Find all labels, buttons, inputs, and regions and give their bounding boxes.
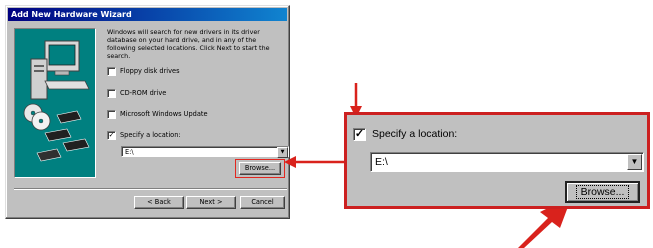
cd-rom-checkbox[interactable] <box>107 88 116 98</box>
dialog-separator <box>14 188 287 190</box>
location-value: E:\ <box>125 148 134 156</box>
chevron-down-icon[interactable]: ▼ <box>627 154 642 170</box>
zoom-browse-label: Browse... <box>575 185 630 199</box>
computer-cd-illustration-icon <box>23 40 90 162</box>
option-floppy-disk-drives[interactable]: Floppy disk drives <box>107 66 180 76</box>
zoom-specify-location-checkbox[interactable]: ✓ <box>353 127 366 141</box>
dialog-title: Add New Hardware Wizard <box>8 8 287 21</box>
zoom-specify-location-label: Specify a location: <box>372 128 458 140</box>
zoom-location-combobox[interactable]: E:\ ▼ <box>370 152 644 172</box>
browse-highlight <box>235 159 285 178</box>
windows-update-checkbox[interactable] <box>107 109 116 119</box>
floppy-checkbox[interactable] <box>107 66 116 76</box>
specify-location-label: Specify a location: <box>120 131 181 139</box>
chevron-down-icon[interactable]: ▼ <box>277 147 288 158</box>
zoom-browse-button[interactable]: Browse... <box>565 181 640 203</box>
option-cd-rom-drive[interactable]: CD-ROM drive <box>107 88 166 98</box>
add-hardware-wizard-dialog: Add New Hardware Wizard Windows will sea <box>5 5 290 219</box>
cancel-button[interactable]: Cancel <box>240 196 285 209</box>
next-button[interactable]: Next > <box>186 196 236 209</box>
wizard-description: Windows will search for new drivers in i… <box>107 28 270 60</box>
cd-rom-label: CD-ROM drive <box>120 89 167 97</box>
option-specify-location[interactable]: ✓ Specify a location: <box>107 130 181 140</box>
option-windows-update[interactable]: Microsoft Windows Update <box>107 109 208 119</box>
windows-update-label: Microsoft Windows Update <box>120 110 208 118</box>
location-combobox[interactable]: E:\ ▼ <box>121 146 289 158</box>
floppy-label: Floppy disk drives <box>120 67 180 75</box>
specify-location-checkbox[interactable]: ✓ <box>107 130 116 140</box>
back-button[interactable]: < Back <box>134 196 184 209</box>
zoomed-detail-panel: ✓ Specify a location: E:\ ▼ Browse... <box>344 112 650 209</box>
zoom-location-value: E:\ <box>375 156 388 168</box>
wizard-illustration <box>14 28 96 178</box>
zoom-option-specify-location[interactable]: ✓ Specify a location: <box>353 127 457 141</box>
